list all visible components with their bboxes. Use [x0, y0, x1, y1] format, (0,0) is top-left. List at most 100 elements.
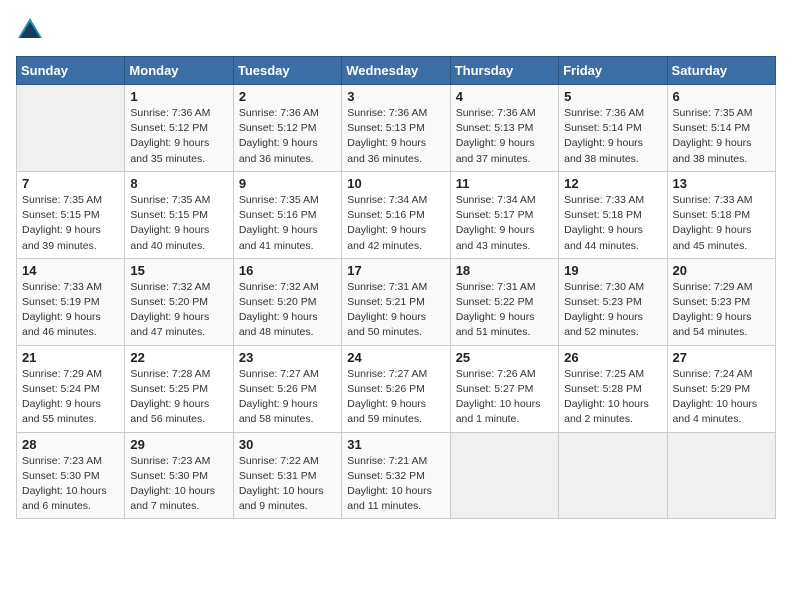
day-number: 30 [239, 437, 336, 452]
calendar-cell: 11 Sunrise: 7:34 AM Sunset: 5:17 PM Dayli… [450, 171, 558, 258]
day-info: Sunrise: 7:36 AM Sunset: 5:13 PM Dayligh… [347, 106, 444, 167]
weekday-header-cell: Tuesday [233, 57, 341, 85]
day-number: 27 [673, 350, 770, 365]
day-number: 21 [22, 350, 119, 365]
weekday-header-cell: Wednesday [342, 57, 450, 85]
day-number: 10 [347, 176, 444, 191]
day-info: Sunrise: 7:31 AM Sunset: 5:21 PM Dayligh… [347, 280, 444, 341]
day-number: 7 [22, 176, 119, 191]
day-info: Sunrise: 7:23 AM Sunset: 5:30 PM Dayligh… [130, 454, 227, 515]
day-number: 24 [347, 350, 444, 365]
day-info: Sunrise: 7:33 AM Sunset: 5:18 PM Dayligh… [564, 193, 661, 254]
day-info: Sunrise: 7:34 AM Sunset: 5:17 PM Dayligh… [456, 193, 553, 254]
day-number: 5 [564, 89, 661, 104]
calendar-cell: 17 Sunrise: 7:31 AM Sunset: 5:21 PM Dayli… [342, 258, 450, 345]
day-number: 23 [239, 350, 336, 365]
day-number: 16 [239, 263, 336, 278]
day-info: Sunrise: 7:35 AM Sunset: 5:16 PM Dayligh… [239, 193, 336, 254]
day-info: Sunrise: 7:29 AM Sunset: 5:23 PM Dayligh… [673, 280, 770, 341]
day-info: Sunrise: 7:26 AM Sunset: 5:27 PM Dayligh… [456, 367, 553, 428]
day-number: 25 [456, 350, 553, 365]
calendar-cell: 19Sunrise: 7:30 AM Sunset: 5:23 PM Dayli… [559, 258, 667, 345]
day-number: 17 [347, 263, 444, 278]
day-number: 12 [564, 176, 661, 191]
weekday-header-cell: Sunday [17, 57, 125, 85]
day-info: Sunrise: 7:33 AM Sunset: 5:19 PM Dayligh… [22, 280, 119, 341]
day-number: 11 [456, 176, 553, 191]
calendar-cell [17, 85, 125, 172]
day-number: 29 [130, 437, 227, 452]
calendar-cell: 20 Sunrise: 7:29 AM Sunset: 5:23 PM Dayli… [667, 258, 775, 345]
calendar-cell: 25 Sunrise: 7:26 AM Sunset: 5:27 PM Dayli… [450, 345, 558, 432]
day-number: 28 [22, 437, 119, 452]
day-info: Sunrise: 7:23 AM Sunset: 5:30 PM Dayligh… [22, 454, 119, 515]
day-info: Sunrise: 7:35 AM Sunset: 5:14 PM Dayligh… [673, 106, 770, 167]
calendar-cell: 10 Sunrise: 7:34 AM Sunset: 5:16 PM Dayli… [342, 171, 450, 258]
calendar-cell [667, 432, 775, 519]
calendar-cell: 21Sunrise: 7:29 AM Sunset: 5:24 PM Dayli… [17, 345, 125, 432]
logo-icon [16, 16, 44, 44]
calendar-cell: 16 Sunrise: 7:32 AM Sunset: 5:20 PM Dayli… [233, 258, 341, 345]
calendar-body: 1 Sunrise: 7:36 AM Sunset: 5:12 PM Daylig… [17, 85, 776, 519]
day-info: Sunrise: 7:36 AM Sunset: 5:12 PM Dayligh… [130, 106, 227, 167]
calendar-cell: 4Sunrise: 7:36 AM Sunset: 5:13 PM Daylig… [450, 85, 558, 172]
calendar-header: SundayMondayTuesdayWednesdayThursdayFrid… [17, 57, 776, 85]
calendar-cell: 15 Sunrise: 7:32 AM Sunset: 5:20 PM Dayli… [125, 258, 233, 345]
calendar-cell: 5 Sunrise: 7:36 AM Sunset: 5:14 PM Daylig… [559, 85, 667, 172]
page-header [16, 16, 776, 44]
logo [16, 16, 48, 44]
calendar-cell: 2 Sunrise: 7:36 AM Sunset: 5:12 PM Daylig… [233, 85, 341, 172]
calendar-cell: 24Sunrise: 7:27 AM Sunset: 5:26 PM Dayli… [342, 345, 450, 432]
calendar-cell: 1 Sunrise: 7:36 AM Sunset: 5:12 PM Daylig… [125, 85, 233, 172]
day-number: 2 [239, 89, 336, 104]
day-number: 22 [130, 350, 227, 365]
calendar-cell: 28 Sunrise: 7:23 AM Sunset: 5:30 PM Dayli… [17, 432, 125, 519]
day-number: 6 [673, 89, 770, 104]
day-number: 15 [130, 263, 227, 278]
day-info: Sunrise: 7:22 AM Sunset: 5:31 PM Dayligh… [239, 454, 336, 515]
calendar-cell: 12 Sunrise: 7:33 AM Sunset: 5:18 PM Dayli… [559, 171, 667, 258]
day-info: Sunrise: 7:27 AM Sunset: 5:26 PM Dayligh… [239, 367, 336, 428]
day-info: Sunrise: 7:33 AM Sunset: 5:18 PM Dayligh… [673, 193, 770, 254]
day-number: 18 [456, 263, 553, 278]
day-number: 19 [564, 263, 661, 278]
calendar-cell: 23 Sunrise: 7:27 AM Sunset: 5:26 PM Dayli… [233, 345, 341, 432]
day-info: Sunrise: 7:25 AM Sunset: 5:28 PM Dayligh… [564, 367, 661, 428]
calendar-cell: 14 Sunrise: 7:33 AM Sunset: 5:19 PM Dayli… [17, 258, 125, 345]
calendar-cell: 29 Sunrise: 7:23 AM Sunset: 5:30 PM Dayli… [125, 432, 233, 519]
weekday-header-cell: Saturday [667, 57, 775, 85]
calendar-cell: 27 Sunrise: 7:24 AM Sunset: 5:29 PM Dayli… [667, 345, 775, 432]
weekday-header-cell: Thursday [450, 57, 558, 85]
day-info: Sunrise: 7:32 AM Sunset: 5:20 PM Dayligh… [239, 280, 336, 341]
calendar-week-row: 7 Sunrise: 7:35 AM Sunset: 5:15 PM Daylig… [17, 171, 776, 258]
calendar-cell: 9Sunrise: 7:35 AM Sunset: 5:16 PM Daylig… [233, 171, 341, 258]
day-info: Sunrise: 7:28 AM Sunset: 5:25 PM Dayligh… [130, 367, 227, 428]
day-info: Sunrise: 7:35 AM Sunset: 5:15 PM Dayligh… [130, 193, 227, 254]
day-info: Sunrise: 7:36 AM Sunset: 5:13 PM Dayligh… [456, 106, 553, 167]
weekday-header-cell: Monday [125, 57, 233, 85]
day-info: Sunrise: 7:31 AM Sunset: 5:22 PM Dayligh… [456, 280, 553, 341]
calendar-week-row: 28 Sunrise: 7:23 AM Sunset: 5:30 PM Dayli… [17, 432, 776, 519]
calendar-cell: 8 Sunrise: 7:35 AM Sunset: 5:15 PM Daylig… [125, 171, 233, 258]
calendar-cell [450, 432, 558, 519]
day-info: Sunrise: 7:36 AM Sunset: 5:14 PM Dayligh… [564, 106, 661, 167]
day-info: Sunrise: 7:34 AM Sunset: 5:16 PM Dayligh… [347, 193, 444, 254]
day-info: Sunrise: 7:32 AM Sunset: 5:20 PM Dayligh… [130, 280, 227, 341]
calendar-cell [559, 432, 667, 519]
day-info: Sunrise: 7:36 AM Sunset: 5:12 PM Dayligh… [239, 106, 336, 167]
day-number: 13 [673, 176, 770, 191]
calendar-cell: 26 Sunrise: 7:25 AM Sunset: 5:28 PM Dayli… [559, 345, 667, 432]
day-number: 8 [130, 176, 227, 191]
day-number: 31 [347, 437, 444, 452]
day-number: 20 [673, 263, 770, 278]
day-info: Sunrise: 7:24 AM Sunset: 5:29 PM Dayligh… [673, 367, 770, 428]
calendar-cell: 6 Sunrise: 7:35 AM Sunset: 5:14 PM Daylig… [667, 85, 775, 172]
calendar-week-row: 21Sunrise: 7:29 AM Sunset: 5:24 PM Dayli… [17, 345, 776, 432]
weekday-header-cell: Friday [559, 57, 667, 85]
calendar-cell: 30 Sunrise: 7:22 AM Sunset: 5:31 PM Dayli… [233, 432, 341, 519]
calendar-cell: 3 Sunrise: 7:36 AM Sunset: 5:13 PM Daylig… [342, 85, 450, 172]
day-number: 26 [564, 350, 661, 365]
day-number: 1 [130, 89, 227, 104]
day-number: 3 [347, 89, 444, 104]
day-number: 14 [22, 263, 119, 278]
